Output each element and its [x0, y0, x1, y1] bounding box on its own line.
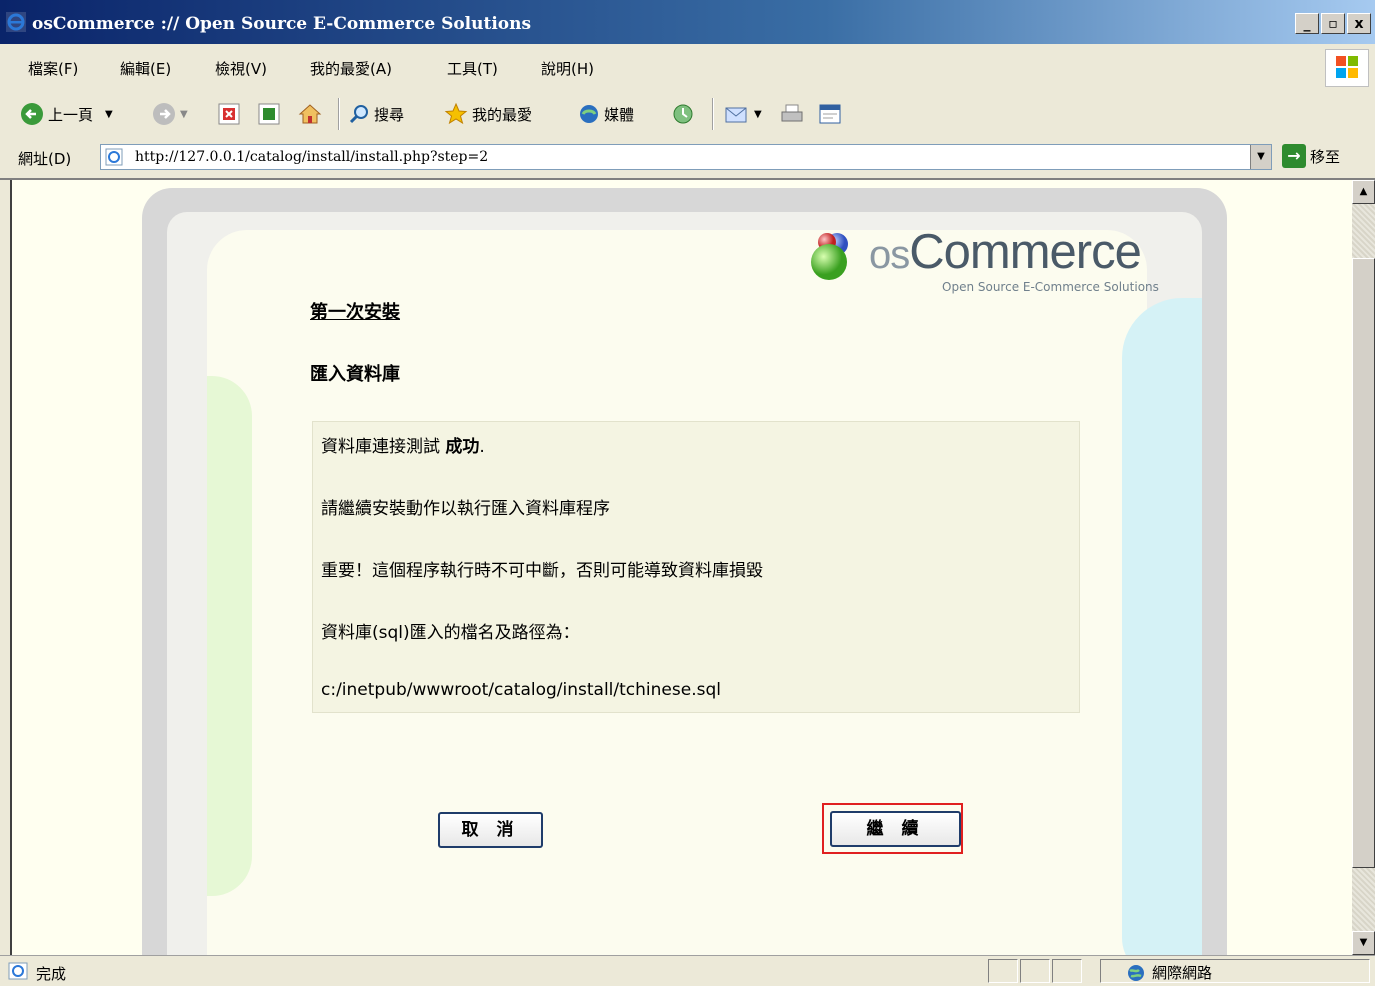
menu-tools[interactable]: 工具(T): [447, 58, 498, 79]
back-button[interactable]: 上一頁 ▼: [20, 102, 113, 126]
history-icon: [673, 104, 693, 124]
scroll-up-button[interactable]: ▲: [1352, 180, 1375, 204]
media-icon: [580, 105, 598, 123]
logo-tagline: Open Source E-Commerce Solutions: [942, 280, 1159, 294]
ie-icon: [6, 12, 26, 32]
internet-zone: 網際網路: [1126, 962, 1212, 983]
media-button[interactable]: 媒體: [578, 102, 634, 126]
continue-button[interactable]: 繼 續: [830, 811, 961, 847]
scroll-down-button[interactable]: ▼: [1352, 931, 1375, 955]
page-heading: 第一次安裝: [310, 302, 400, 323]
status-cell-2: [1020, 959, 1050, 983]
sql-path-value: c:/inetpub/wwwroot/catalog/install/tchin…: [321, 680, 721, 700]
status-cell-1: [988, 959, 1018, 983]
address-label: 網址(D): [18, 150, 72, 168]
stop-button[interactable]: [218, 102, 240, 126]
menu-favorites[interactable]: 我的最愛(A): [310, 58, 392, 79]
connection-test-text: 資料庫連接測試: [321, 437, 446, 457]
logo-wordmark: osCommerce: [869, 224, 1142, 280]
go-arrow-icon: →: [1282, 144, 1306, 168]
toolbar: 上一頁 ▼ ▼ 搜尋 我的最愛 媒體 ▼: [0, 92, 1375, 137]
mail-button[interactable]: ▼: [724, 102, 762, 126]
windows-logo-icon: [1325, 49, 1369, 87]
green-decoration: [207, 376, 252, 896]
forward-dropdown-icon[interactable]: ▼: [180, 109, 188, 120]
edit-icon: [819, 104, 841, 124]
logo-name: Commerce: [909, 225, 1142, 279]
logo-prefix: os: [869, 233, 910, 277]
minimize-button[interactable]: _: [1295, 13, 1319, 34]
status-text: 完成: [36, 965, 67, 983]
menu-edit[interactable]: 編輯(E): [120, 58, 171, 79]
print-icon: [781, 104, 803, 122]
menu-view[interactable]: 檢視(V): [215, 58, 267, 79]
stop-icon: [218, 103, 240, 125]
favorites-button[interactable]: 我的最愛: [444, 102, 532, 126]
refresh-button[interactable]: [258, 102, 280, 126]
forward-button[interactable]: ▼: [152, 102, 188, 126]
oscommerce-spheres-icon: [811, 233, 848, 280]
back-dropdown-icon[interactable]: ▼: [105, 109, 113, 120]
search-button[interactable]: 搜尋: [348, 102, 404, 126]
home-button[interactable]: [298, 102, 322, 126]
menu-bar: 檔案(F) 編輯(E) 檢視(V) 我的最愛(A) 工具(T) 說明(H): [0, 44, 1375, 93]
sql-path-label: 資料庫(sql)匯入的檔名及路徑為：: [321, 623, 580, 643]
back-arrow-icon: [21, 103, 43, 125]
cancel-button[interactable]: 取 消: [438, 812, 543, 848]
page-content: osCommerce Open Source E-Commerce Soluti…: [10, 180, 1352, 955]
oscommerce-logo: osCommerce Open Source E-Commerce Soluti…: [807, 222, 1207, 302]
address-url[interactable]: http://127.0.0.1/catalog/install/install…: [135, 149, 488, 165]
go-button[interactable]: → 移至: [1282, 144, 1340, 168]
favorites-label: 我的最愛: [472, 105, 533, 124]
forward-arrow-icon: [153, 103, 175, 125]
window-title: osCommerce :// Open Source E-Commerce So…: [32, 14, 532, 34]
edit-button[interactable]: [818, 102, 842, 126]
address-field[interactable]: http://127.0.0.1/catalog/install/install…: [100, 144, 1272, 170]
globe-icon: [1128, 964, 1144, 981]
refresh-icon: [258, 103, 280, 125]
menu-file[interactable]: 檔案(F): [28, 58, 78, 79]
go-label: 移至: [1310, 147, 1341, 166]
search-label: 搜尋: [374, 105, 405, 124]
status-bar: 完成 網際網路: [0, 955, 1375, 986]
connection-test-line: 資料庫連接測試 成功.: [321, 432, 485, 457]
address-bar: 網址(D) http://127.0.0.1/catalog/install/i…: [0, 136, 1375, 180]
menu-help[interactable]: 說明(H): [541, 58, 594, 79]
scroll-thumb[interactable]: [1352, 258, 1375, 868]
mail-icon: [725, 107, 747, 123]
info-box: 資料庫連接測試 成功. 請繼續安裝動作以執行匯入資料庫程序 重要！這個程序執行時…: [312, 421, 1080, 713]
vertical-scrollbar[interactable]: ▲ ▼: [1352, 180, 1375, 955]
status-cell-3: [1052, 959, 1082, 983]
continue-instruction: 請繼續安裝動作以執行匯入資料庫程序: [321, 499, 610, 519]
history-button[interactable]: [672, 102, 694, 126]
search-icon: [349, 105, 368, 124]
page-done-icon: [8, 962, 28, 980]
star-icon: [444, 102, 468, 125]
connection-success-text: 成功: [445, 437, 480, 457]
maximize-button[interactable]: ▫: [1321, 13, 1345, 34]
blue-decoration: [1122, 298, 1202, 955]
close-button[interactable]: x: [1347, 13, 1371, 34]
page-subheading: 匯入資料庫: [310, 364, 400, 385]
back-label: 上一頁: [48, 105, 94, 124]
mail-dropdown-icon[interactable]: ▼: [754, 109, 762, 120]
zone-label: 網際網路: [1152, 964, 1213, 982]
home-icon: [298, 104, 322, 124]
window-titlebar: osCommerce :// Open Source E-Commerce So…: [0, 0, 1375, 44]
connection-test-suffix: .: [479, 437, 485, 457]
print-button[interactable]: [780, 102, 804, 126]
page-icon: [105, 148, 123, 166]
address-dropdown-icon[interactable]: ▼: [1250, 145, 1271, 169]
media-label: 媒體: [604, 105, 635, 124]
warning-text: 重要！這個程序執行時不可中斷，否則可能導致資料庫損毀: [321, 561, 763, 581]
